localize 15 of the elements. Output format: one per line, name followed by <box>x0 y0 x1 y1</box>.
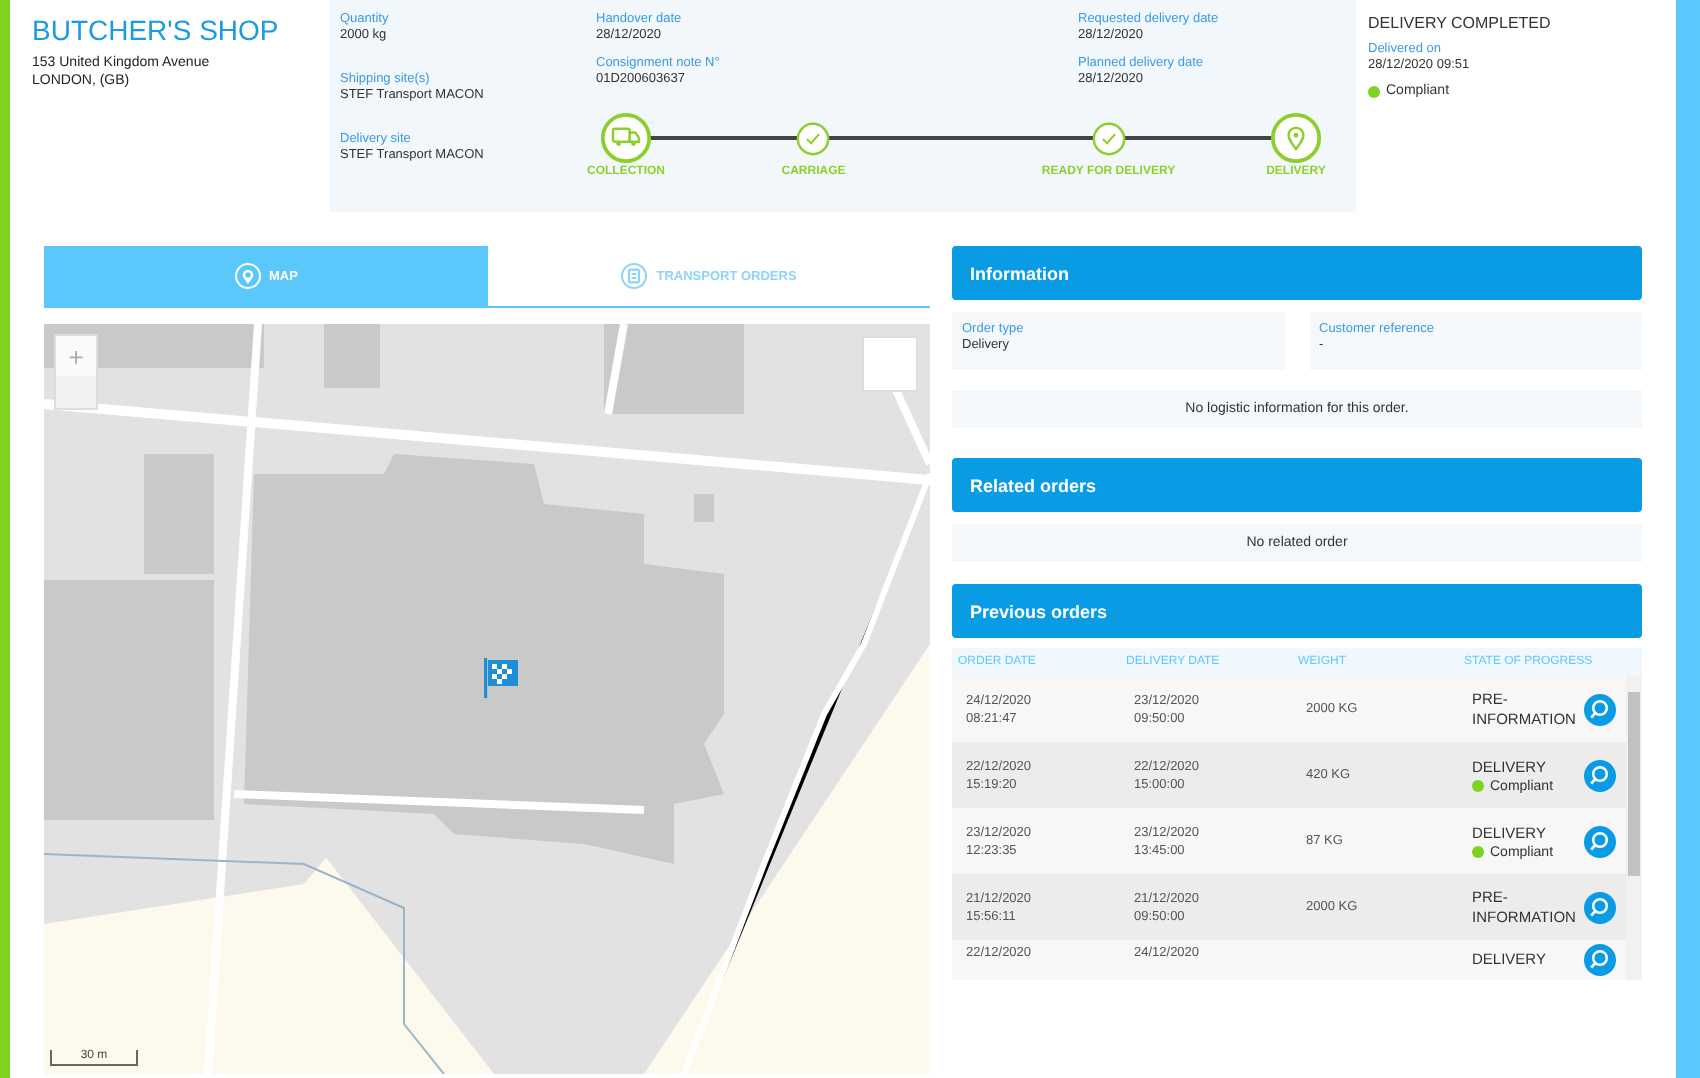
map-drawing[interactable] <box>44 324 930 1074</box>
search-icon[interactable] <box>1584 759 1616 791</box>
location-pin-icon <box>233 262 262 290</box>
search-icon[interactable] <box>1584 693 1616 725</box>
status-title: DELIVERY COMPLETED <box>1368 14 1551 32</box>
section-header: Related orders <box>952 458 1642 512</box>
section-header: Information <box>952 246 1642 300</box>
search-icon[interactable] <box>1584 825 1616 857</box>
section-header: Previous orders <box>952 584 1642 638</box>
customer-name: BUTCHER'S SHOP <box>32 14 281 46</box>
search-icon[interactable] <box>1584 944 1616 976</box>
search-icon[interactable] <box>1584 891 1616 923</box>
flag-marker-icon[interactable] <box>484 658 520 698</box>
scrollbar[interactable] <box>1626 676 1642 980</box>
document-icon <box>620 262 649 290</box>
